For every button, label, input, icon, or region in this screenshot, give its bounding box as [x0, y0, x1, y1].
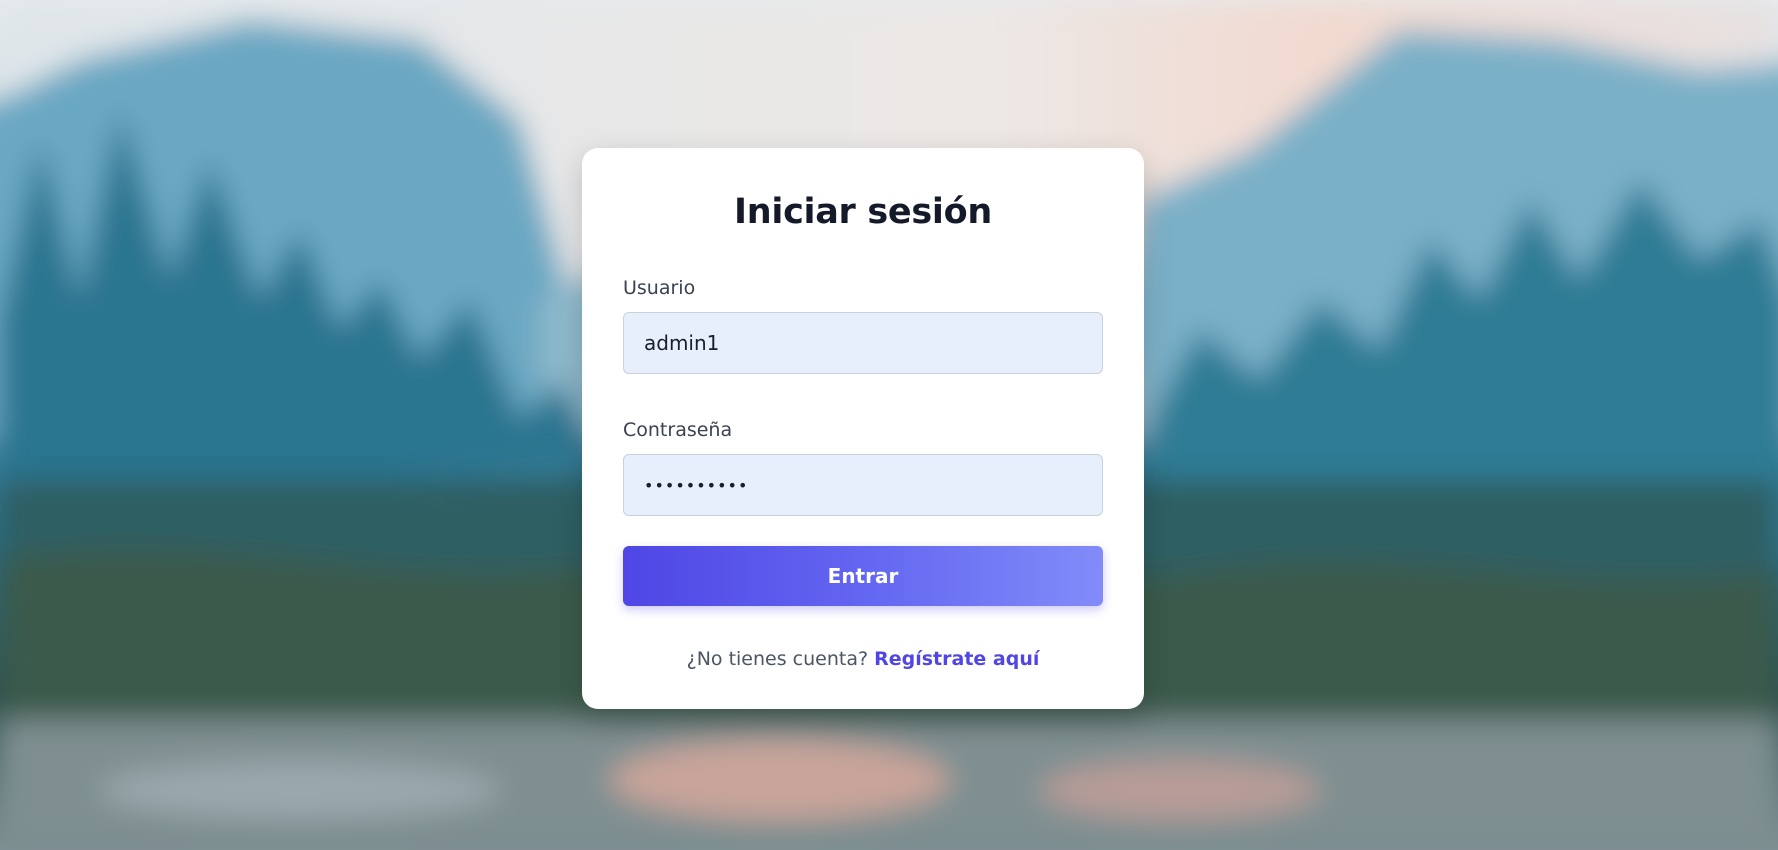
password-input[interactable] — [623, 454, 1103, 516]
login-card: Iniciar sesión Usuario Contraseña Entrar… — [582, 148, 1144, 709]
username-label: Usuario — [623, 277, 696, 299]
login-button[interactable]: Entrar — [623, 546, 1103, 606]
register-prompt-text: ¿No tienes cuenta? — [686, 648, 869, 670]
register-prompt: ¿No tienes cuenta? Regístrate aquí — [623, 648, 1103, 670]
register-link[interactable]: Regístrate aquí — [874, 648, 1039, 670]
username-input[interactable] — [623, 312, 1103, 374]
password-label: Contraseña — [623, 419, 733, 441]
page-title: Iniciar sesión — [734, 192, 992, 232]
